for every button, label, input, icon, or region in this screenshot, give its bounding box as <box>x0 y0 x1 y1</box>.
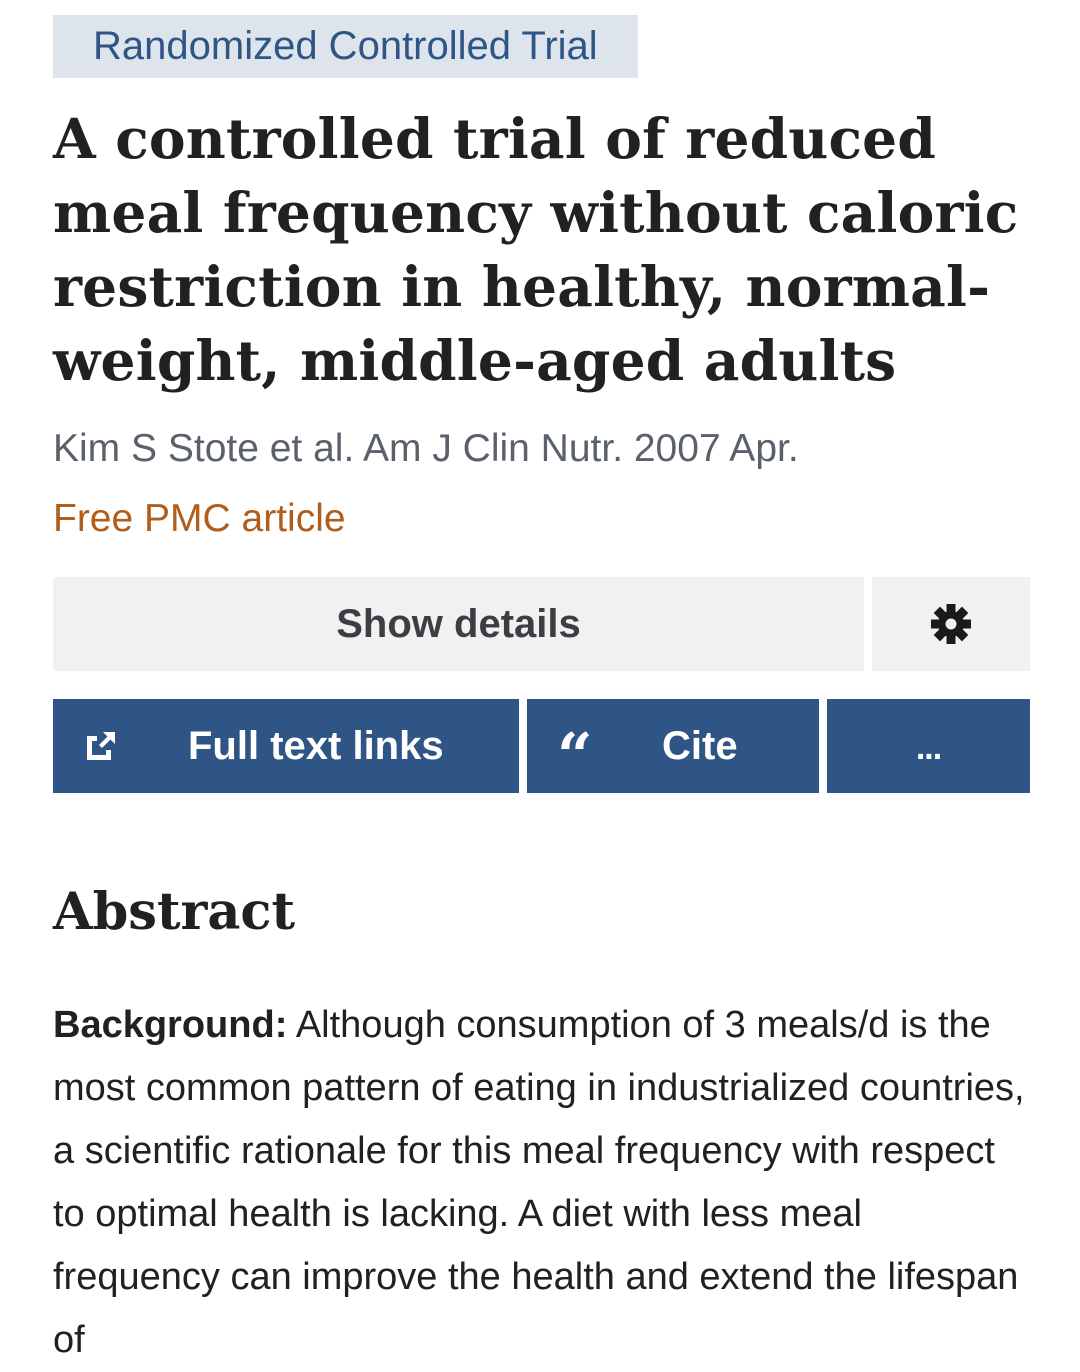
settings-button[interactable] <box>872 577 1030 671</box>
external-link-icon <box>83 699 119 793</box>
article-summary: Randomized Controlled Trial A controlled… <box>53 15 1030 1361</box>
cite-button[interactable]: “ Cite <box>527 699 819 793</box>
free-pmc-article-link[interactable]: Free PMC article <box>53 494 1030 544</box>
cite-label: Cite <box>662 724 738 768</box>
background-text: Although consumption of 3 meals/d is the… <box>53 1004 1025 1361</box>
more-actions-button[interactable]: ... <box>827 699 1030 793</box>
full-text-links-button[interactable]: Full text links <box>53 699 519 793</box>
article-citation: Kim S Stote et al. Am J Clin Nutr. 2007 … <box>53 427 799 470</box>
quote-icon: “ <box>557 719 593 792</box>
article-title: A controlled trial of reduced meal frequ… <box>53 106 1019 393</box>
background-label: Background: <box>53 1004 288 1046</box>
abstract-heading: Abstract <box>53 882 296 942</box>
publication-type-badge: Randomized Controlled Trial <box>53 15 638 78</box>
full-text-links-label: Full text links <box>188 724 444 768</box>
show-details-button[interactable]: Show details <box>53 577 864 671</box>
details-row: Show details <box>53 577 1030 671</box>
more-label: ... <box>915 729 942 767</box>
gear-icon <box>931 604 971 644</box>
actions-row: Full text links “ Cite ... <box>53 699 1030 793</box>
abstract-background-paragraph: Background: Although consumption of 3 me… <box>53 994 1030 1372</box>
